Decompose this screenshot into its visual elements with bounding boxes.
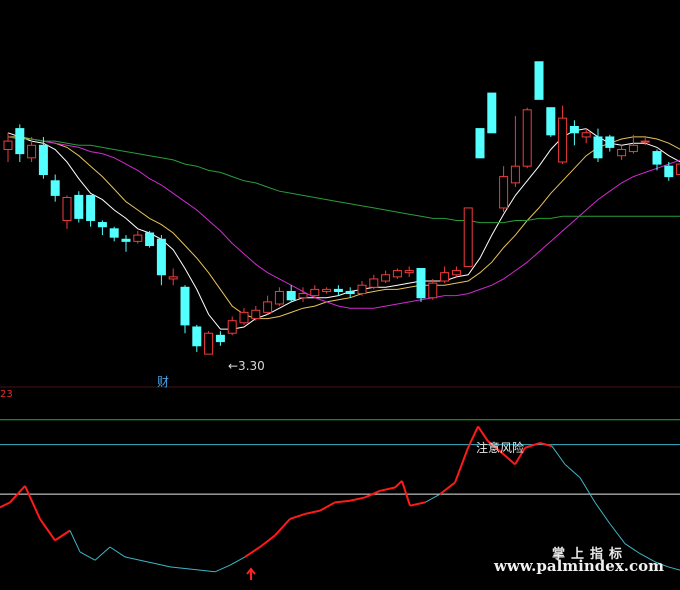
candle-body xyxy=(475,128,485,159)
candle-body xyxy=(322,288,332,292)
candle-body xyxy=(145,232,155,247)
candle-body xyxy=(617,148,627,157)
candle-body xyxy=(640,140,650,143)
candle-body xyxy=(27,144,37,159)
candle-body xyxy=(392,270,402,278)
candle-body xyxy=(510,165,520,184)
candle-body xyxy=(664,165,674,178)
candle-body xyxy=(38,144,48,176)
candle[interactable] xyxy=(463,207,473,267)
candle-body xyxy=(286,290,296,301)
candle-body xyxy=(227,320,237,334)
candle-body xyxy=(263,301,273,313)
candle-body xyxy=(605,136,615,148)
candle-body xyxy=(676,163,680,176)
candle-body xyxy=(298,293,308,299)
candle-body xyxy=(451,270,461,276)
candle-body xyxy=(156,238,166,276)
finance-marker[interactable]: 财 xyxy=(157,373,169,390)
candle-body xyxy=(274,290,284,305)
candle-body xyxy=(381,274,391,282)
candle-body xyxy=(97,222,107,228)
candle-body xyxy=(581,132,591,138)
candle-body xyxy=(345,290,355,295)
candle-body xyxy=(3,140,13,150)
watermark-url: www.palmindex.com xyxy=(493,557,664,575)
candle-body xyxy=(168,276,178,280)
candle-body xyxy=(404,270,414,274)
candle-body xyxy=(215,334,225,343)
candle[interactable] xyxy=(74,191,84,223)
candle-body xyxy=(333,288,343,292)
candle-body xyxy=(546,107,556,136)
chart-stage: 23 财 ←3.30 注意风险 掌上指标 www.palmindex.com xyxy=(0,0,680,590)
candle-body xyxy=(86,194,96,221)
candle-body xyxy=(62,197,72,221)
price-chart xyxy=(0,0,680,590)
candle-body xyxy=(628,144,638,153)
low-price-label: ←3.30 xyxy=(228,359,265,373)
candle-body xyxy=(133,234,143,242)
candle-body xyxy=(192,326,202,347)
left-value-label: 23 xyxy=(0,389,13,400)
candle-body xyxy=(121,238,131,242)
candle-body xyxy=(558,117,568,163)
candle-body xyxy=(440,272,450,282)
candle-body xyxy=(239,311,249,324)
candle-body xyxy=(428,282,438,299)
candle-body xyxy=(50,180,60,196)
candle[interactable] xyxy=(546,107,556,137)
risk-label: 注意风险 xyxy=(476,441,525,455)
candle-body xyxy=(569,126,579,134)
candle-body xyxy=(15,128,25,155)
candle-body xyxy=(74,194,84,219)
candle-body xyxy=(534,61,544,100)
candle-body xyxy=(416,268,426,299)
candle[interactable] xyxy=(416,268,426,302)
candle[interactable] xyxy=(522,107,532,169)
candle[interactable] xyxy=(204,331,214,355)
candle[interactable] xyxy=(475,128,485,159)
candle-body xyxy=(357,284,367,295)
candle-body xyxy=(369,278,379,288)
candle-body xyxy=(522,109,532,167)
candle-body xyxy=(463,207,473,267)
candle-body xyxy=(251,309,261,320)
candle[interactable] xyxy=(487,92,497,134)
candle-body xyxy=(487,92,497,134)
candle-body xyxy=(593,136,603,159)
candle-body xyxy=(499,176,509,209)
candle[interactable] xyxy=(534,61,544,100)
candle-body xyxy=(109,228,119,238)
candle-body xyxy=(180,286,190,326)
candle-body xyxy=(310,288,320,297)
candle-body xyxy=(652,151,662,165)
candle-body xyxy=(204,332,214,355)
candle[interactable] xyxy=(145,230,155,248)
